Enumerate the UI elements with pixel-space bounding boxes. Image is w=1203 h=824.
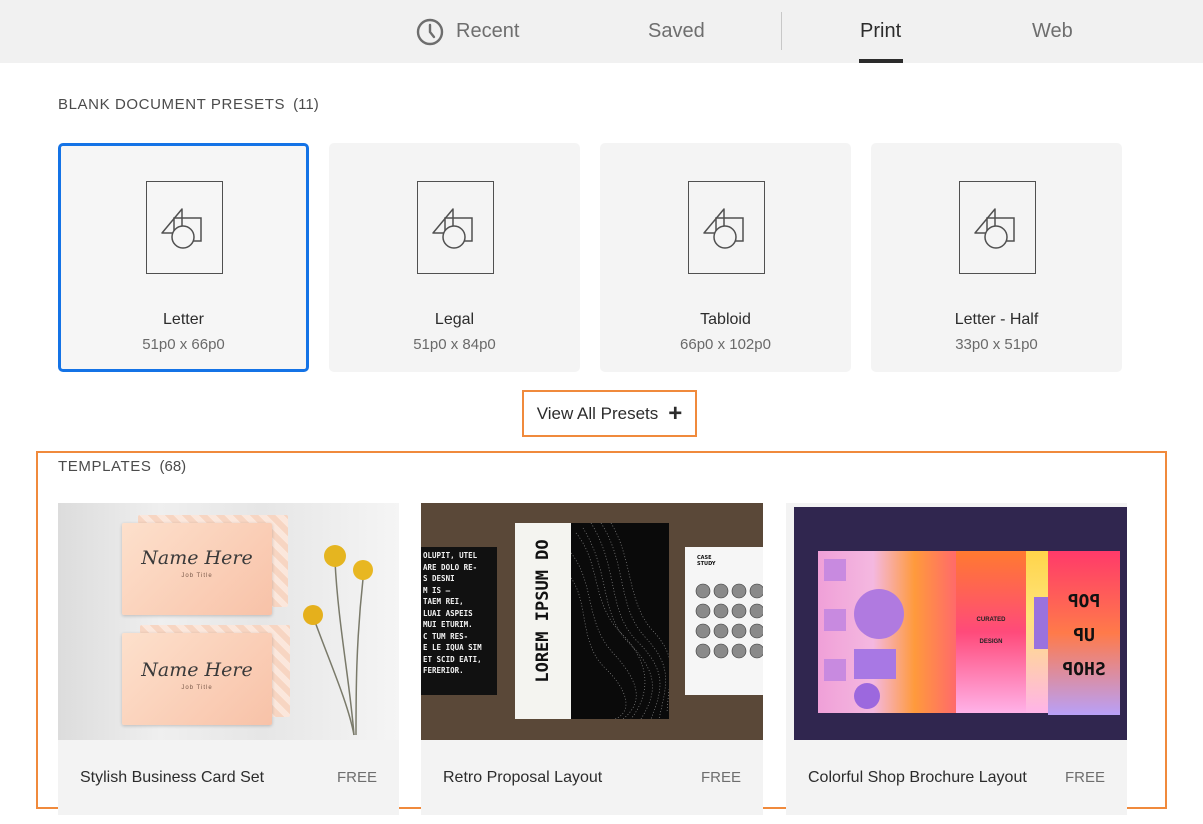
top-tab-bar: Recent Saved Print Web bbox=[0, 0, 1203, 63]
template-price-badge: FREE bbox=[1064, 769, 1105, 786]
preset-card-letter-half[interactable]: Letter - Half 33p0 x 51p0 bbox=[871, 143, 1122, 372]
template-name: Stylish Business Card Set bbox=[80, 769, 265, 786]
tab-print[interactable]: Print bbox=[860, 0, 901, 63]
preset-card-letter[interactable]: Letter 51p0 x 66p0 bbox=[58, 143, 309, 372]
yellow-flowers-icon bbox=[303, 545, 373, 736]
tab-saved-label: Saved bbox=[648, 20, 705, 42]
tab-web[interactable]: Web bbox=[1032, 0, 1073, 63]
active-tab-indicator bbox=[859, 59, 903, 63]
preset-name: Letter - Half bbox=[954, 311, 1039, 328]
tab-web-label: Web bbox=[1032, 20, 1073, 42]
template-thumbnail: CURATED DESIGN POP UP SHOP bbox=[786, 503, 1127, 740]
view-all-presets-label: View All Presets bbox=[536, 403, 659, 423]
thumb-name-here: Name Here bbox=[141, 659, 253, 681]
thumb-case-study-text: CASE STUDY bbox=[697, 555, 716, 567]
thumb-name-here: Name Here bbox=[141, 547, 253, 569]
templates-count: (68) bbox=[159, 458, 187, 475]
thumb-design-text: DESIGN bbox=[979, 639, 1003, 645]
presets-heading: BLANK DOCUMENT PRESETS (11) bbox=[58, 96, 319, 113]
thumb-retro-poster-text: LOREM IPSUM DO bbox=[533, 539, 553, 683]
template-card-business-card[interactable]: Name Here Job Title Name Here Job Title … bbox=[58, 503, 399, 815]
document-shapes-icon bbox=[687, 181, 765, 274]
plus-icon: + bbox=[668, 399, 683, 427]
thumb-job-title: Job Title bbox=[181, 685, 213, 691]
template-thumbnail: Name Here Job Title Name Here Job Title bbox=[58, 503, 399, 740]
thumb-pop-up-shop-text: POP UP SHOP bbox=[1062, 591, 1106, 680]
template-thumbnail: OLUPIT, UTEL ARE DOLO RE- S DESNI M IS —… bbox=[421, 503, 763, 740]
tab-saved[interactable]: Saved bbox=[648, 0, 705, 63]
preset-name: Letter bbox=[163, 311, 204, 328]
template-price-badge: FREE bbox=[700, 769, 741, 786]
document-shapes-icon bbox=[416, 181, 494, 274]
templates-heading: TEMPLATES (68) bbox=[58, 458, 186, 475]
preset-size: 33p0 x 51p0 bbox=[955, 336, 1038, 353]
thumb-retro-body-text: OLUPIT, UTEL ARE DOLO RE- S DESNI M IS —… bbox=[423, 551, 482, 675]
template-name: Retro Proposal Layout bbox=[443, 769, 603, 786]
preset-name: Tabloid bbox=[700, 311, 751, 328]
template-card-colorful-brochure[interactable]: CURATED DESIGN POP UP SHOP Colorful Shop… bbox=[786, 503, 1127, 815]
templates-heading-title: TEMPLATES bbox=[58, 458, 152, 475]
presets-heading-title: BLANK DOCUMENT PRESETS bbox=[58, 96, 286, 113]
preset-size: 66p0 x 102p0 bbox=[680, 336, 771, 353]
template-card-retro-proposal[interactable]: OLUPIT, UTEL ARE DOLO RE- S DESNI M IS —… bbox=[421, 503, 763, 815]
tab-recent-label: Recent bbox=[456, 20, 520, 42]
preset-card-tabloid[interactable]: Tabloid 66p0 x 102p0 bbox=[600, 143, 851, 372]
presets-count: (11) bbox=[293, 96, 319, 113]
document-shapes-icon bbox=[145, 181, 223, 274]
document-shapes-icon bbox=[958, 181, 1036, 274]
template-name: Colorful Shop Brochure Layout bbox=[808, 769, 1027, 786]
tab-recent[interactable]: Recent bbox=[416, 0, 519, 63]
preset-size: 51p0 x 66p0 bbox=[142, 336, 225, 353]
preset-size: 51p0 x 84p0 bbox=[413, 336, 496, 353]
tab-divider bbox=[781, 12, 782, 50]
preset-name: Legal bbox=[434, 311, 475, 328]
template-price-badge: FREE bbox=[336, 769, 377, 786]
clock-icon bbox=[416, 18, 444, 45]
preset-card-legal[interactable]: Legal 51p0 x 84p0 bbox=[329, 143, 580, 372]
view-all-presets-button[interactable]: View All Presets + bbox=[522, 390, 697, 437]
thumb-curated-text: CURATED bbox=[976, 617, 1006, 623]
thumb-job-title: Job Title bbox=[181, 573, 213, 579]
tab-print-label: Print bbox=[860, 20, 902, 42]
